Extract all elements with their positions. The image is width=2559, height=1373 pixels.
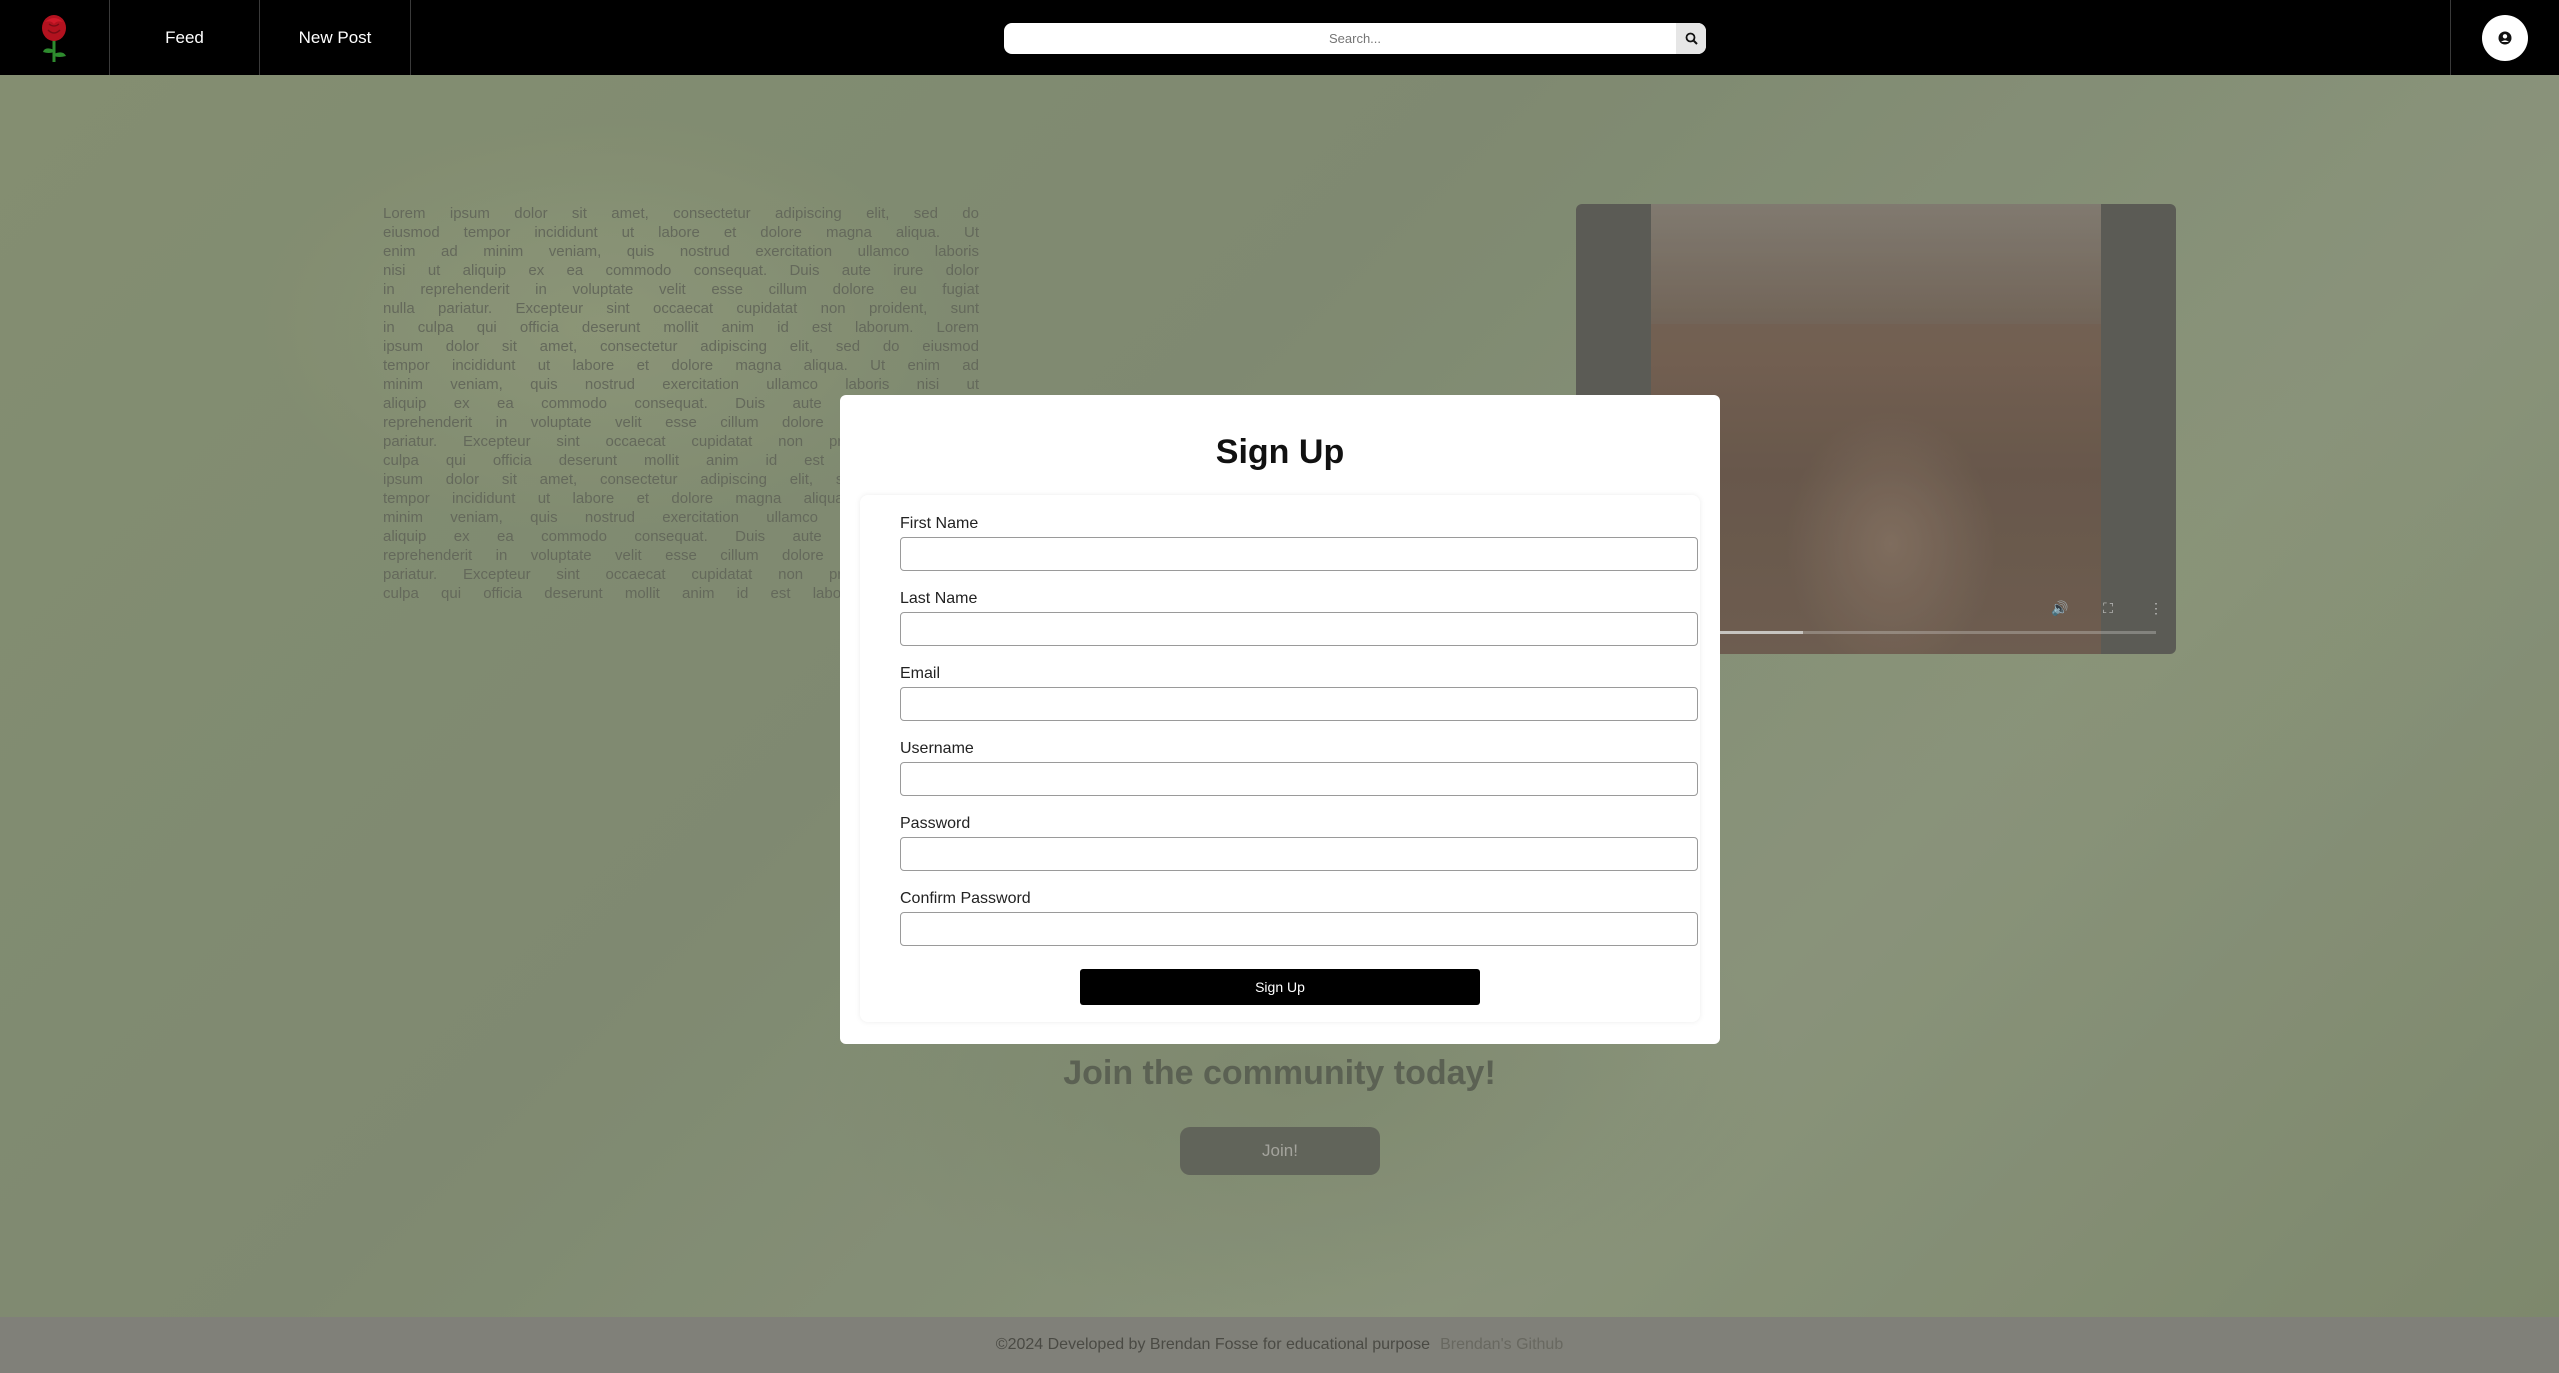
search-button[interactable] [1676,23,1706,54]
email-label: Email [900,665,941,682]
first-name-label: First Name [900,515,979,532]
last-name-input[interactable] [900,612,1698,646]
first-name-input[interactable] [900,537,1698,571]
rose-icon [41,14,66,62]
password-input[interactable] [900,837,1698,871]
user-menu-area [2450,0,2559,75]
last-name-label: Last Name [900,590,978,607]
username-input[interactable] [900,762,1698,796]
top-navbar: Feed New Post [0,0,2559,75]
nav-feed-label: Feed [165,27,204,47]
email-input[interactable] [900,687,1698,721]
user-avatar-button[interactable] [2482,14,2528,61]
user-icon [2498,31,2512,44]
signup-modal: Sign Up First Name Last Name Email Usern… [840,395,1720,1044]
sign-up-submit-button[interactable]: Sign Up [1080,969,1480,1005]
modal-title: Sign Up [1215,433,1345,471]
password-label: Password [900,815,971,832]
nav-feed-link[interactable]: Feed [110,0,260,75]
nav-new-post-link[interactable]: New Post [260,0,411,75]
username-label: Username [900,740,974,757]
rose-logo[interactable] [0,0,110,75]
search-input[interactable] [1004,23,1676,54]
confirm-password-label: Confirm Password [900,890,1031,907]
confirm-password-input[interactable] [900,912,1698,946]
nav-new-post-label: New Post [298,27,372,47]
search-icon [1685,32,1698,45]
signup-form: First Name Last Name Email Username Pass… [860,495,1700,1022]
search-bar [1004,23,1706,54]
